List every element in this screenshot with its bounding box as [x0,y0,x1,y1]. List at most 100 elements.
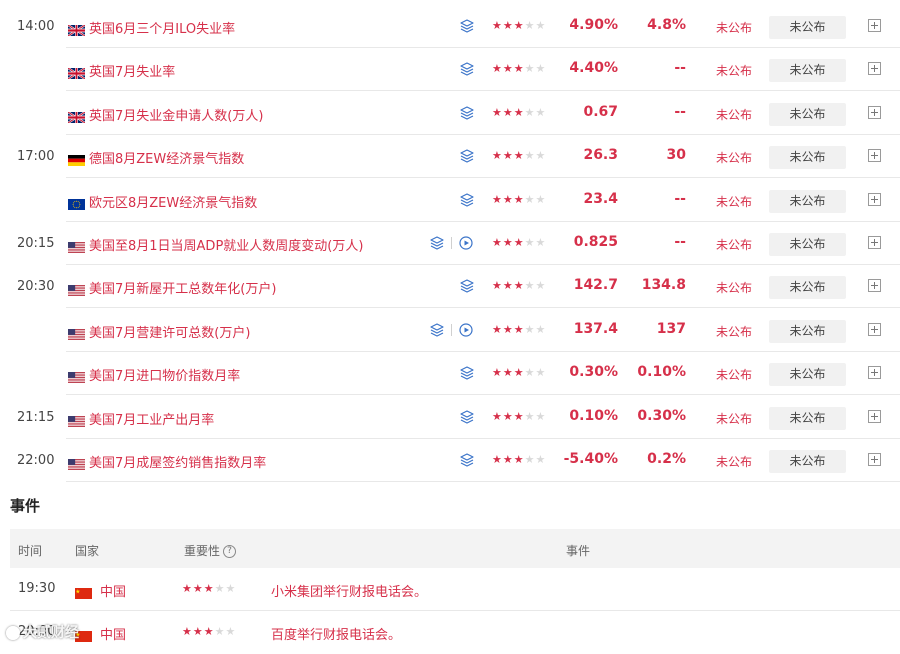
star-filled-icon: ★ [502,279,513,293]
layers-icon[interactable] [460,409,474,424]
layers-icon[interactable] [460,62,474,76]
indicator-name-link[interactable]: 英国6月三个月ILO失业率 [89,18,235,37]
add-plus-icon[interactable] [868,409,881,423]
header-importance: 重要性? [184,542,237,559]
layers-icon[interactable] [430,236,444,250]
star-filled-icon: ★ [492,322,502,336]
indicator-name-link[interactable]: 美国7月工业产出月率 [89,409,214,428]
add-plus-icon[interactable] [868,149,881,163]
add-plus-icon[interactable] [868,192,881,206]
unpublished-button[interactable]: 未公布 [769,102,846,126]
indicator-icons [430,234,473,252]
previous-value: 23.4 [583,190,618,207]
header-importance-label: 重要性 [184,544,221,558]
unpublished-button[interactable]: 未公布 [769,16,846,39]
play-video-icon[interactable] [459,236,473,250]
layers-icon[interactable] [460,19,474,33]
importance-stars: ★ ★ ★ ★ ★ [492,63,545,75]
star-empty-icon: ★ [535,409,546,423]
star-filled-icon: ★ [492,453,502,466]
indicator-icons [460,104,474,122]
star-empty-icon: ★ [535,279,546,293]
unpublished-button[interactable]: 未公布 [769,189,846,213]
star-filled-icon: ★ [502,453,513,466]
unpublished-button[interactable]: 未公布 [769,276,846,300]
indicator-name-link[interactable]: 美国7月新屋开工总数年化(万户) [89,278,276,297]
actual-status: 未公布 [716,368,753,383]
event-description-link[interactable]: 小米集团举行财报电话会。 [271,581,427,600]
add-plus-icon[interactable] [868,62,881,76]
layers-icon[interactable] [430,323,444,337]
star-filled-icon: ★ [513,322,524,336]
indicator-name-link[interactable]: 德国8月ZEW经济景气指数 [89,148,244,167]
add-plus-icon[interactable] [868,366,881,380]
add-plus-icon[interactable] [868,322,881,336]
unpublished-button[interactable]: 未公布 [769,146,846,170]
release-time: 22:00 [17,453,55,468]
indicator-icons [460,147,474,165]
unpublished-button[interactable]: 未公布 [769,233,846,256]
indicator-name-link[interactable]: 美国7月成屋签约销售指数月率 [89,452,266,471]
add-plus-icon[interactable] [868,279,881,293]
star-filled-icon: ★ [192,582,203,595]
star-filled-icon: ★ [203,582,214,595]
actual-status: 未公布 [716,194,753,209]
star-empty-icon: ★ [535,149,546,163]
layers-icon[interactable] [460,366,474,380]
calendar-row: 17:00 德国8月ZEW经济景气指数 ★ ★ ★ ★ ★ 26.3 30 未公布 未公布 [0,135,900,179]
forecast-value: 4.8% [647,17,686,33]
star-empty-icon: ★ [524,409,535,423]
forecast-value: -- [674,103,686,120]
add-plus-icon[interactable] [868,453,881,466]
star-filled-icon: ★ [182,625,192,638]
calendar-row: 英国7月失业金申请人数(万人) ★ ★ ★ ★ ★ 0.67 -- 未公布 未公布 [0,92,900,135]
importance-stars: ★ ★ ★ ★ ★ [492,454,545,466]
star-empty-icon: ★ [225,625,236,638]
star-filled-icon: ★ [502,62,513,76]
unpublished-button[interactable]: 未公布 [769,363,846,387]
add-plus-icon[interactable] [868,19,881,32]
actual-status: 未公布 [716,107,753,122]
indicator-name-link[interactable]: 美国7月进口物价指数月率 [89,365,240,384]
unpublished-button[interactable]: 未公布 [769,450,846,473]
star-filled-icon: ★ [502,19,513,32]
star-empty-icon: ★ [524,149,535,163]
watermark-text: 大贰财经 [23,625,79,641]
star-filled-icon: ★ [192,625,203,638]
help-icon[interactable]: ? [223,545,237,558]
star-empty-icon: ★ [535,192,546,206]
calendar-row: 20:30 美国7月新屋开工总数年化(万户) ★ ★ ★ ★ ★ 142.7 134.8 未公布未… [0,265,900,309]
forecast-value: 134.8 [641,277,686,294]
unpublished-button[interactable]: 未公布 [769,59,846,83]
add-plus-icon[interactable] [868,236,881,249]
star-filled-icon: ★ [513,366,524,380]
indicator-name-link[interactable]: 欧元区8月ZEW经济景气指数 [89,192,257,211]
star-empty-icon: ★ [214,582,225,595]
star-filled-icon: ★ [513,149,524,163]
layers-icon[interactable] [460,453,474,467]
star-filled-icon: ★ [492,409,502,423]
star-empty-icon: ★ [535,105,546,119]
layers-icon[interactable] [460,279,474,293]
layers-icon[interactable] [460,149,474,163]
add-plus-icon[interactable] [868,105,881,119]
star-empty-icon: ★ [535,19,546,32]
star-filled-icon: ★ [513,453,524,466]
indicator-name-link[interactable]: 英国7月失业率 [89,61,175,80]
indicator-name-link[interactable]: 英国7月失业金申请人数(万人) [89,105,263,124]
layers-icon[interactable] [460,106,474,120]
unpublished-button[interactable]: 未公布 [769,406,846,430]
indicator-icons [460,451,474,469]
forecast-value: -- [674,190,686,207]
unpublished-button[interactable]: 未公布 [769,319,846,343]
calendar-row: 欧元区8月ZEW经济景气指数 ★ ★ ★ ★ ★ 23.4 -- 未公布 未公布 [0,179,900,222]
calendar-row: 英国7月失业率 ★ ★ ★ ★ ★ 4.40% -- 未公布 未公布 [0,48,900,92]
importance-stars: ★ ★ ★ ★ ★ [492,150,545,162]
event-description-link[interactable]: 百度举行财报电话会。 [271,624,401,643]
calendar-row: 22:00 美国7月成屋签约销售指数月率 ★ ★ ★ ★ ★ -5.40% 0.2% 未公布 未公布 [0,439,900,482]
indicator-name-link[interactable]: 美国7月营建许可总数(万户) [89,322,250,341]
event-country: 中国 [100,585,127,600]
play-video-icon[interactable] [459,323,473,337]
layers-icon[interactable] [460,192,474,207]
indicator-name-link[interactable]: 美国至8月1日当周ADP就业人数周度变动(万人) [89,235,363,254]
